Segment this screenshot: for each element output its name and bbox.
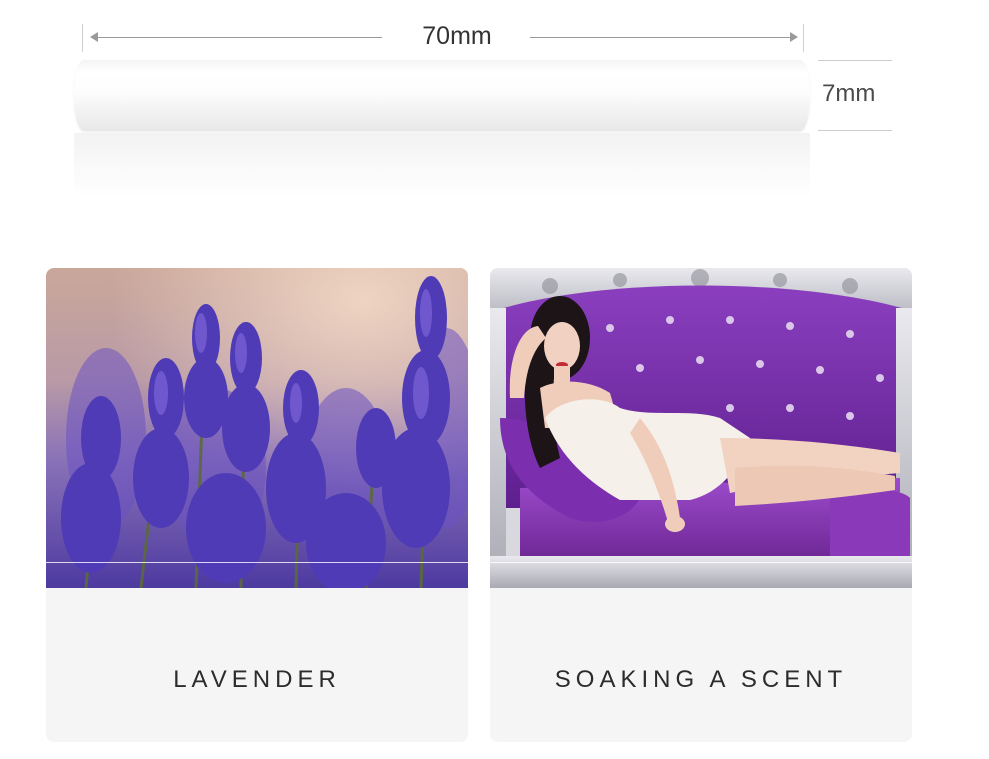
width-tick-left [82, 24, 83, 52]
photo-divider [490, 562, 912, 563]
width-tick-right [803, 24, 804, 52]
height-label: 7mm [822, 80, 876, 107]
woman-on-sofa-photo [490, 268, 912, 588]
card-caption: LAVENDER [173, 666, 341, 693]
height-line-bottom [818, 130, 892, 131]
arrow-line-right [530, 37, 792, 38]
lavender-photo [46, 268, 468, 588]
caption-area: SOAKING A SCENT [490, 588, 912, 742]
arrow-right-icon [790, 32, 798, 42]
width-dimension: 70mm [82, 20, 805, 56]
aroma-rod-reflection [74, 133, 810, 197]
width-label: 70mm [422, 22, 492, 50]
soaking-scent-card: SOAKING A SCENT [490, 268, 912, 742]
caption-area: LAVENDER [46, 588, 468, 742]
card-caption: SOAKING A SCENT [554, 666, 848, 693]
arrow-line-left [96, 37, 382, 38]
aroma-rod-image [74, 60, 810, 131]
height-line-top [818, 60, 892, 61]
photo-divider [46, 562, 468, 563]
lavender-card: LAVENDER [46, 268, 468, 742]
